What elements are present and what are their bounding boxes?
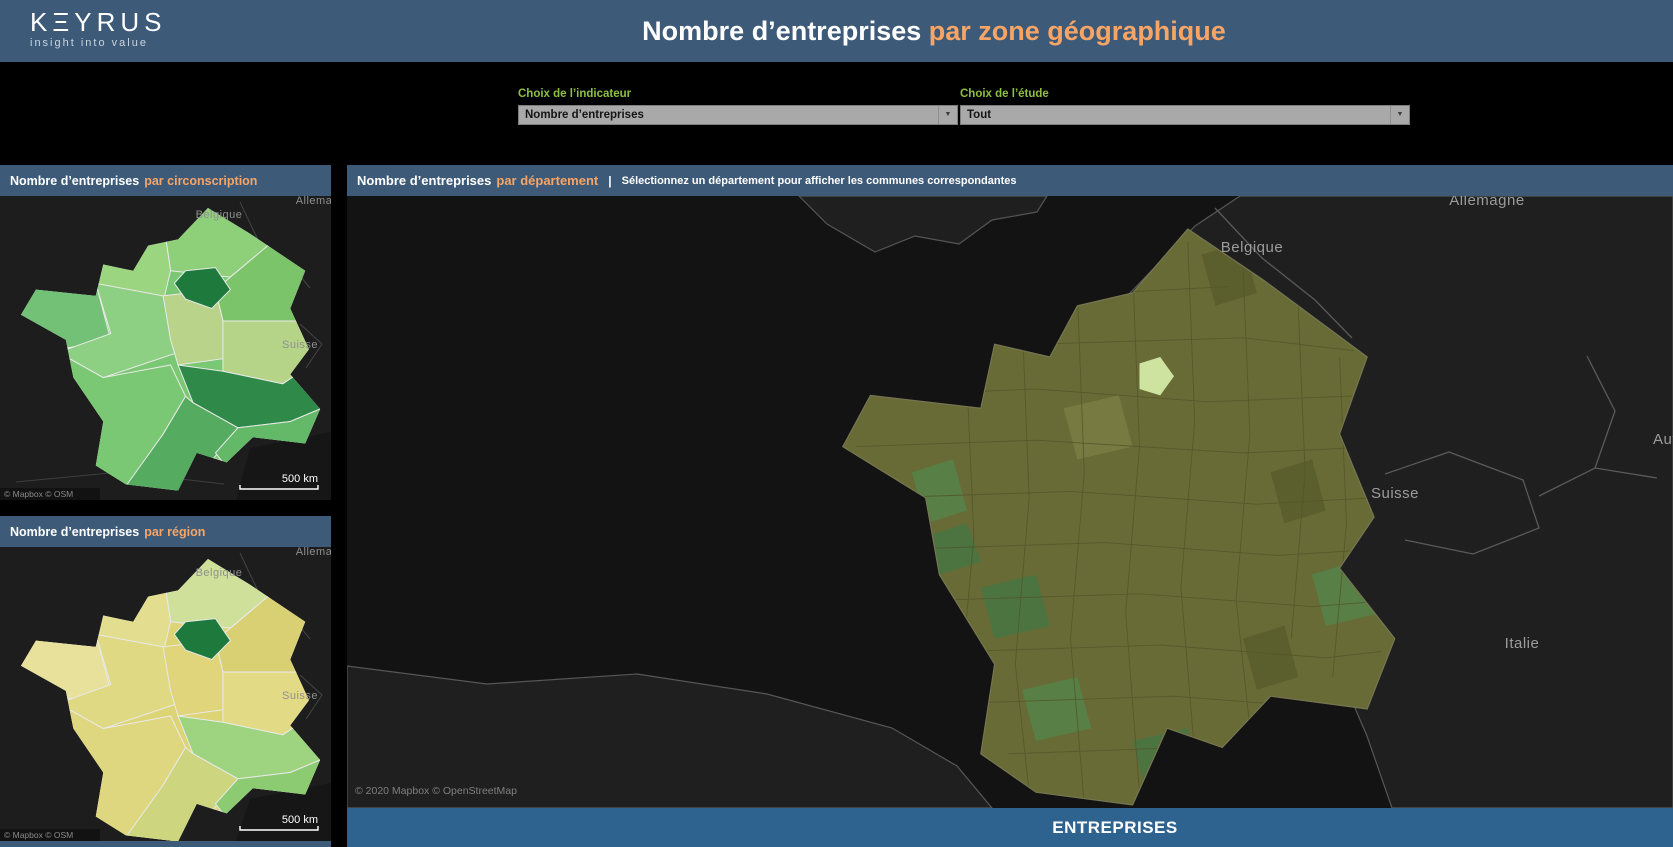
study-dropdown[interactable]: Tout ▼ [960, 105, 1410, 125]
panel-title-accent: par circonscription [144, 173, 258, 188]
label-allemagne: Allema [296, 196, 331, 207]
study-filter-label: Choix de l’étude [960, 88, 1049, 100]
map-departement-svg[interactable]: Belgique Allemagne Suisse Italie Aut © 2… [347, 196, 1673, 808]
label-belgique: Belgique [1221, 239, 1283, 256]
chevron-down-icon[interactable]: ▼ [938, 106, 957, 124]
panel-title-main: Nombre d’entreprises [10, 524, 140, 539]
label-autriche: Aut [1653, 431, 1673, 448]
app-header: KΞYRUS insight into value Nombre d’entre… [0, 0, 1673, 62]
indicator-filter-label: Choix de l’indicateur [518, 88, 632, 100]
map-attribution: © 2020 Mapbox © OpenStreetMap [355, 785, 517, 797]
panel-title-accent: par département [496, 173, 599, 188]
study-dropdown-value: Tout [967, 109, 992, 121]
panel-header-circonscription: Nombre d’entreprises par circonscription [0, 165, 331, 196]
panel-header-departement: Nombre d’entreprises par département | S… [347, 165, 1673, 196]
entreprises-bar: ENTREPRISES [347, 808, 1673, 847]
indicator-dropdown[interactable]: Nombre d’entreprises ▼ [518, 105, 958, 125]
dashboard-title: Nombre d’entreprises par zone géographiq… [0, 0, 1673, 62]
map-departement[interactable]: Belgique Allemagne Suisse Italie Aut © 2… [347, 196, 1673, 808]
entreprises-label: ENTREPRISES [1052, 817, 1178, 837]
label-belgique: Belgique [196, 209, 243, 221]
scale-label: 500 km [282, 814, 318, 826]
label-suisse: Suisse [1371, 485, 1419, 502]
indicator-dropdown-value: Nombre d’entreprises [525, 109, 644, 121]
label-belgique: Belgique [196, 567, 243, 579]
label-allemagne: Allema [296, 547, 331, 558]
label-allemagne: Allemagne [1449, 196, 1524, 209]
scale-label: 500 km [282, 473, 318, 485]
panel-header-region: Nombre d’entreprises par région [0, 516, 331, 547]
label-suisse: Suisse [282, 690, 318, 702]
title-separator: | [608, 173, 612, 188]
title-main: Nombre d’entreprises [642, 15, 922, 46]
label-suisse: Suisse [282, 339, 318, 351]
map-region-svg[interactable]: Belgique Allema Suisse 500 km © Mapbox ©… [0, 547, 331, 841]
map-circonscription[interactable]: Belgique Allema Suisse 500 km © Mapbox ©… [0, 196, 331, 500]
map-circonscription-svg[interactable]: Belgique Allema Suisse 500 km © Mapbox ©… [0, 196, 331, 500]
chevron-down-icon[interactable]: ▼ [1390, 106, 1409, 124]
map-attribution: © Mapbox © OSM [4, 830, 73, 840]
title-accent: par zone géographique [928, 15, 1226, 46]
panel-title-accent: par région [144, 524, 206, 539]
panel-subtitle: Sélectionnez un département pour affiche… [621, 174, 1017, 187]
map-region[interactable]: Belgique Allema Suisse 500 km © Mapbox ©… [0, 547, 331, 841]
label-italie: Italie [1505, 635, 1540, 652]
panel-title-main: Nombre d’entreprises [357, 173, 492, 188]
map-attribution: © Mapbox © OSM [4, 489, 73, 499]
next-panel-edge [0, 841, 331, 847]
panel-title-main: Nombre d’entreprises [10, 173, 140, 188]
